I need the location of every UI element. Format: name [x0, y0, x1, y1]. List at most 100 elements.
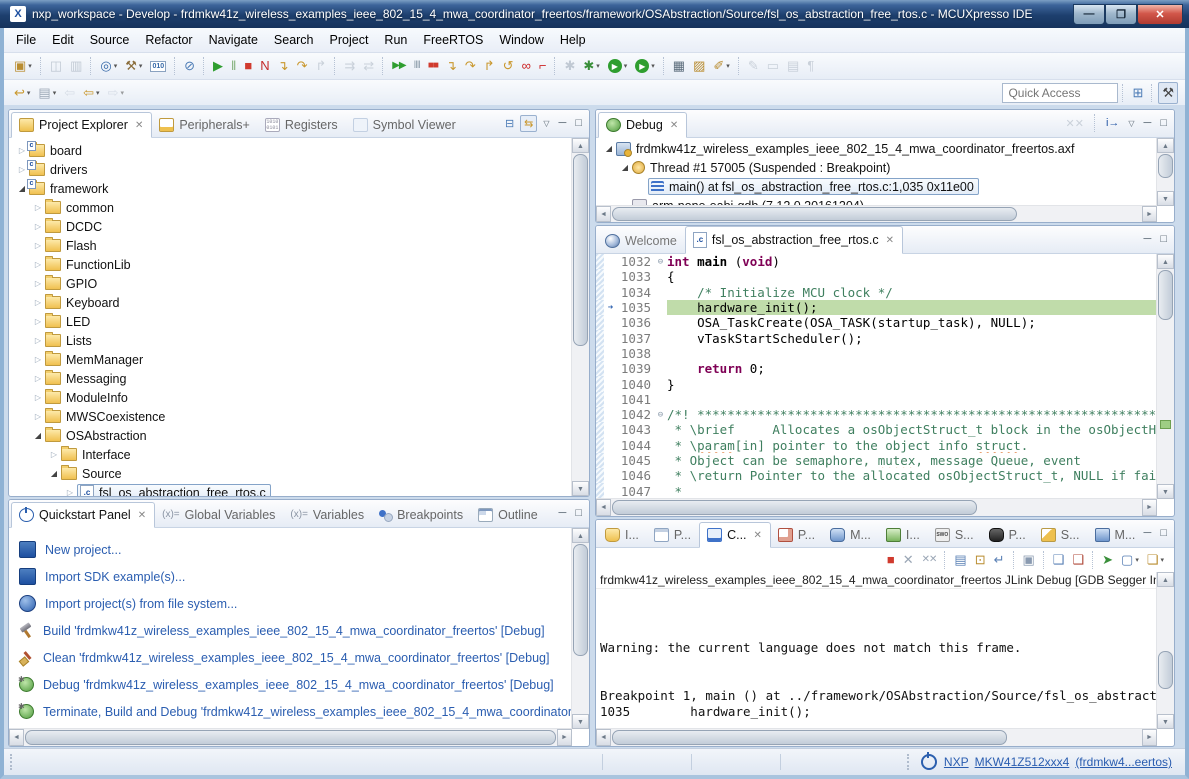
step-over-all-button[interactable]: ↷ [462, 56, 479, 76]
expand-arrow-icon[interactable]: ▷ [31, 317, 45, 326]
tab-m-[interactable]: M... [1088, 523, 1144, 547]
minimize-icon[interactable]: ─ [556, 116, 570, 130]
skip-all-breakpoints-button[interactable]: ⊘ [181, 56, 198, 76]
view-menu-icon[interactable]: ▽ [1125, 118, 1137, 129]
quickstart-link[interactable]: Debug 'frdmkw41z_wireless_examples_ieee_… [43, 678, 554, 692]
tree-item[interactable]: ▷drivers [9, 160, 572, 179]
instruction-step-mode-icon[interactable]: i→ [1103, 116, 1122, 130]
quickstart-item[interactable]: Terminate, Build and Debug 'frdmkw41z_wi… [19, 698, 572, 725]
pin-console-button[interactable]: ➤ [1099, 550, 1116, 570]
open-perspective-button[interactable]: ⊞ [1129, 83, 1146, 103]
build-button[interactable]: ⚒▾ [122, 56, 145, 76]
menu-help[interactable]: Help [552, 30, 594, 50]
display-selected-console-button[interactable]: ▢▾ [1118, 550, 1142, 570]
project-explorer-vscrollbar[interactable]: ▲▼ [571, 138, 589, 496]
tab-project-explorer[interactable]: Project Explorer✕ [11, 112, 152, 138]
quickstart-link[interactable]: Import SDK example(s)... [45, 570, 185, 584]
collapse-arrow-icon[interactable]: ◢ [618, 163, 632, 172]
maximize-icon[interactable]: □ [572, 116, 585, 130]
link-with-editor-icon[interactable]: ⇆ [520, 115, 537, 132]
last-edit-location-button[interactable]: ↩▾ [11, 83, 33, 103]
new-wizard-button[interactable]: ▣▾ [11, 56, 35, 76]
maximize-icon[interactable]: □ [572, 506, 585, 520]
project-link[interactable]: (frdmkw4...eertos) [1075, 755, 1172, 769]
tab-quickstart-panel[interactable]: Quickstart Panel✕ [11, 502, 155, 528]
tree-item[interactable]: ▷GPIO [9, 274, 572, 293]
word-wrap-button[interactable]: ↵ [991, 550, 1008, 570]
suspend-button[interactable]: ‖ [228, 56, 239, 76]
expand-arrow-icon[interactable]: ▷ [31, 298, 45, 307]
tab-s-[interactable]: S... [1034, 523, 1088, 547]
binary-utilities-button[interactable]: 010 [147, 56, 169, 76]
tab-variables[interactable]: (x)=Variables [283, 503, 372, 527]
minimize-icon[interactable]: ─ [556, 506, 570, 520]
tree-item[interactable]: ▷common [9, 198, 572, 217]
tree-item[interactable]: ▷DCDC [9, 217, 572, 236]
console-hscrollbar[interactable]: ◄► [596, 728, 1157, 746]
open-console-button[interactable]: ❏▾ [1144, 550, 1167, 570]
suspend-all-button[interactable]: ‖‖ [411, 56, 423, 76]
tree-item[interactable]: ▷LED [9, 312, 572, 331]
tab-p-[interactable]: P... [982, 523, 1034, 547]
tab-peripherals-[interactable]: Peripherals+ [152, 113, 258, 137]
terminate-button[interactable]: ■ [241, 56, 255, 76]
maximize-icon[interactable]: □ [1157, 116, 1170, 130]
minimize-button[interactable]: — [1073, 4, 1105, 25]
menu-edit[interactable]: Edit [44, 30, 82, 50]
menu-file[interactable]: File [8, 30, 44, 50]
tree-item[interactable]: ▷board [9, 141, 572, 160]
close-tab-icon[interactable]: ✕ [670, 120, 678, 131]
close-tab-icon[interactable]: ✕ [886, 235, 894, 246]
power-icon[interactable] [921, 754, 937, 770]
debug-vscrollbar[interactable]: ▲▼ [1156, 138, 1174, 206]
tab-welcome[interactable]: Welcome [598, 229, 685, 253]
tab-i-[interactable]: I... [598, 523, 647, 547]
minimize-icon[interactable]: ─ [1141, 526, 1155, 540]
quickstart-link[interactable]: Build 'frdmkw41z_wireless_examples_ieee_… [43, 624, 545, 638]
tab-global-variables[interactable]: (x)=Global Variables [155, 503, 283, 527]
tab-i-[interactable]: I... [879, 523, 928, 547]
run-button[interactable]: ▶▾ [605, 56, 631, 76]
flash-programmer-button[interactable]: ◎▾ [97, 56, 120, 76]
menu-search[interactable]: Search [266, 30, 322, 50]
fold-collapse-icon[interactable]: ⊖ [654, 410, 667, 420]
console-vscrollbar[interactable]: ▲▼ [1156, 572, 1174, 729]
quick-access-input[interactable] [1002, 83, 1118, 103]
expand-arrow-icon[interactable]: ▷ [31, 203, 45, 212]
step-into-all-button[interactable]: ↴ [443, 56, 460, 76]
tree-item[interactable]: ▷MWSCoexistence [9, 407, 572, 426]
fold-collapse-icon[interactable]: ⊖ [654, 257, 667, 267]
collapse-arrow-icon[interactable]: ◢ [602, 144, 616, 153]
expand-arrow-icon[interactable]: ▷ [31, 374, 45, 383]
go-to-last-edit-button[interactable]: ▤▾ [35, 83, 59, 103]
pencil-brush-button[interactable]: ✐▾ [710, 56, 732, 76]
minimize-icon[interactable]: ─ [1141, 232, 1155, 246]
reset-button[interactable]: ↺ [500, 56, 517, 76]
tab-debug[interactable]: Debug✕ [598, 112, 687, 138]
menu-run[interactable]: Run [376, 30, 415, 50]
show-on-stdout-button[interactable]: ❑ [1050, 550, 1068, 570]
menu-window[interactable]: Window [491, 30, 551, 50]
maximize-icon[interactable]: □ [1157, 526, 1170, 540]
tree-item[interactable]: ◢Source [9, 464, 572, 483]
tree-item[interactable]: ▷Flash [9, 236, 572, 255]
collapse-arrow-icon[interactable]: ◢ [31, 431, 45, 440]
tab-s-[interactable]: SWOS... [928, 523, 982, 547]
maximize-icon[interactable]: □ [1157, 232, 1170, 246]
expand-arrow-icon[interactable]: ▷ [63, 488, 77, 496]
quickstart-link[interactable]: Clean 'frdmkw41z_wireless_examples_ieee_… [43, 651, 549, 665]
collapse-all-icon[interactable]: ⊟ [502, 116, 517, 131]
resume-all-button[interactable]: ▶▶ [389, 56, 408, 76]
editor-hscrollbar[interactable]: ◄► [596, 498, 1157, 516]
expand-arrow-icon[interactable]: ▷ [31, 222, 45, 231]
expand-arrow-icon[interactable]: ▷ [31, 355, 45, 364]
show-console-output-button[interactable]: ▣ [1020, 550, 1038, 570]
tree-item[interactable]: ◢OSAbstraction [9, 426, 572, 445]
tab-registers[interactable]: 10100101Registers [258, 113, 346, 137]
maximize-button[interactable]: ❐ [1105, 4, 1137, 25]
menu-navigate[interactable]: Navigate [201, 30, 266, 50]
menu-project[interactable]: Project [322, 30, 377, 50]
minimize-icon[interactable]: ─ [1141, 116, 1155, 130]
debug-tree-item[interactable]: main() at fsl_os_abstraction_free_rtos.c… [596, 177, 1157, 196]
view-menu-icon[interactable]: ▽ [540, 118, 552, 129]
